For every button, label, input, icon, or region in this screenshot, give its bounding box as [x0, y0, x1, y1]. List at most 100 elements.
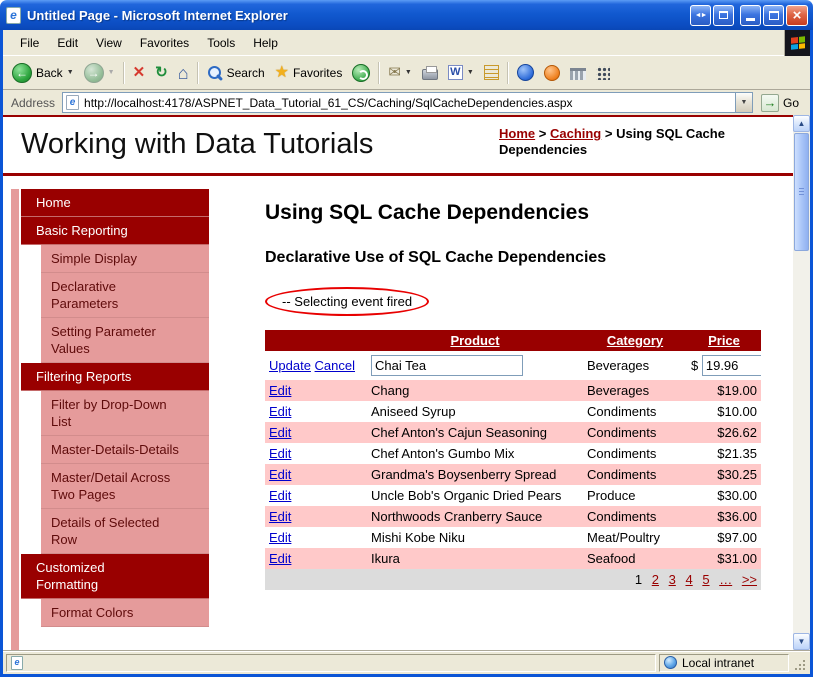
- scrollbar-thumb[interactable]: [794, 133, 809, 251]
- sort-category-link[interactable]: Category: [607, 333, 663, 348]
- product-cell: Chef Anton's Gumbo Mix: [371, 446, 515, 461]
- sort-product-link[interactable]: Product: [450, 333, 499, 348]
- edit-link[interactable]: Edit: [269, 383, 291, 398]
- favorites-star-icon: ★: [274, 63, 289, 81]
- home-icon: ⌂: [177, 62, 189, 83]
- vertical-scrollbar[interactable]: ▲ ▼: [793, 115, 810, 650]
- back-button[interactable]: ← Back ▼: [7, 60, 79, 86]
- close-button[interactable]: ×: [786, 4, 808, 26]
- refresh-button[interactable]: ↻: [150, 62, 173, 83]
- sidebar-item-home[interactable]: Home: [21, 189, 209, 217]
- msn-button[interactable]: [539, 62, 565, 84]
- sidebar-item-master-details-details[interactable]: Master-Details-Details: [41, 436, 209, 464]
- resize-grip[interactable]: [792, 654, 807, 672]
- home-button[interactable]: ⌂: [173, 61, 194, 85]
- title-bar[interactable]: e Untitled Page - Microsoft Internet Exp…: [0, 0, 813, 30]
- pager-page-link[interactable]: 3: [669, 572, 676, 587]
- product-name-input[interactable]: [371, 355, 523, 376]
- history-button[interactable]: [347, 61, 375, 85]
- menu-favorites[interactable]: Favorites: [131, 31, 198, 55]
- grid-edit-row: Update Cancel Beverages $: [265, 351, 761, 380]
- edit-link[interactable]: Edit: [269, 509, 291, 524]
- menu-tools[interactable]: Tools: [198, 31, 244, 55]
- maximize-button[interactable]: [763, 4, 784, 26]
- product-cell: Chef Anton's Cajun Seasoning: [371, 425, 547, 440]
- sidebar-item-simple-display[interactable]: Simple Display: [41, 245, 209, 273]
- scroll-down-button[interactable]: ▼: [793, 633, 810, 650]
- web-page: Working with Data Tutorials Home > Cachi…: [3, 115, 793, 650]
- scroll-up-button[interactable]: ▲: [793, 115, 810, 132]
- price-cell: $19.00: [717, 383, 757, 398]
- edit-link[interactable]: Edit: [269, 551, 291, 566]
- address-dropdown-button[interactable]: ▼: [734, 93, 752, 112]
- pager-page-link[interactable]: 4: [685, 572, 692, 587]
- toolbar-separator: [378, 61, 381, 84]
- search-button[interactable]: Search: [202, 62, 270, 84]
- print-button[interactable]: [417, 62, 443, 83]
- price-cell: $10.00: [717, 404, 757, 419]
- search-icon: [207, 65, 223, 81]
- sort-price-link[interactable]: Price: [708, 333, 740, 348]
- breadcrumb-separator: >: [538, 126, 547, 141]
- price-cell: $97.00: [717, 530, 757, 545]
- grid-row: Edit Grandma's Boysenberry Spread Condim…: [265, 464, 761, 485]
- sites-button[interactable]: [565, 62, 591, 83]
- edit-link[interactable]: Edit: [269, 425, 291, 440]
- price-input[interactable]: [701, 355, 761, 376]
- sidebar-item-filtering-reports[interactable]: Filtering Reports: [21, 363, 209, 391]
- grid-header-product: Product: [367, 330, 583, 351]
- edit-row-category: Beverages: [587, 358, 650, 373]
- edit-link[interactable]: Edit: [269, 446, 291, 461]
- menu-help[interactable]: Help: [244, 31, 287, 55]
- stop-button[interactable]: ✕: [128, 62, 151, 83]
- pager-page-link[interactable]: 5: [702, 572, 709, 587]
- edit-link[interactable]: Edit: [269, 404, 291, 419]
- address-input[interactable]: e http://localhost:4178/ASPNET_Data_Tuto…: [62, 92, 753, 113]
- menu-edit[interactable]: Edit: [48, 31, 87, 55]
- sidebar-item-customized-formatting[interactable]: Customized Formatting: [21, 554, 209, 599]
- sidebar-item-declarative-parameters[interactable]: Declarative Parameters: [41, 273, 209, 318]
- edit-link[interactable]: Edit: [269, 467, 291, 482]
- menu-view[interactable]: View: [87, 31, 131, 55]
- keypad-button[interactable]: [591, 63, 615, 83]
- discuss-button[interactable]: [479, 62, 504, 83]
- breadcrumb-home-link[interactable]: Home: [499, 126, 535, 141]
- sidebar-item-details-of-selected-row[interactable]: Details of Selected Row: [41, 509, 209, 554]
- sidebar-item-setting-parameter-values[interactable]: Setting Parameter Values: [41, 318, 209, 363]
- product-cell: Northwoods Cranberry Sauce: [371, 509, 543, 524]
- mail-icon: ✉: [388, 64, 401, 81]
- edit-link[interactable]: Edit: [269, 530, 291, 545]
- cancel-link[interactable]: Cancel: [315, 358, 355, 373]
- breadcrumb-caching-link[interactable]: Caching: [550, 126, 601, 141]
- category-cell: Condiments: [587, 509, 657, 524]
- minimize-button[interactable]: [740, 4, 761, 26]
- page-favicon: e: [66, 95, 80, 110]
- messenger-button[interactable]: [512, 61, 539, 84]
- sidebar-item-basic-reporting[interactable]: Basic Reporting: [21, 217, 209, 245]
- grid-row: Edit Northwoods Cranberry Sauce Condimen…: [265, 506, 761, 527]
- edit-with-word-button[interactable]: W ▼: [443, 62, 479, 83]
- minimize-icon: [746, 18, 755, 21]
- menu-file[interactable]: File: [11, 31, 48, 55]
- favorites-button[interactable]: ★ Favorites: [270, 62, 348, 84]
- main-content: Using SQL Cache Dependencies Declarative…: [209, 189, 793, 650]
- page-body: Home Basic Reporting Simple Display Decl…: [3, 176, 793, 650]
- search-label: Search: [226, 65, 265, 80]
- mail-button[interactable]: ✉ ▼: [383, 62, 417, 83]
- update-link[interactable]: Update: [269, 358, 311, 373]
- sidebar-item-filter-by-drop-down-list[interactable]: Filter by Drop-Down List: [41, 391, 209, 436]
- pager-ellipsis-link[interactable]: …: [719, 572, 732, 587]
- window-panel-button[interactable]: [713, 4, 734, 26]
- sidebar-item-format-colors[interactable]: Format Colors: [41, 599, 209, 627]
- go-button[interactable]: → Go: [760, 93, 799, 112]
- scrollbar-track[interactable]: [793, 252, 810, 633]
- edit-link[interactable]: Edit: [269, 488, 291, 503]
- window-nav-arrows-button[interactable]: ◄►: [690, 4, 711, 26]
- pager-page-link[interactable]: 2: [652, 572, 659, 587]
- forward-button[interactable]: → ▼: [79, 60, 120, 86]
- window-frame: File Edit View Favorites Tools Help ← Ba…: [0, 29, 813, 677]
- product-cell: Uncle Bob's Organic Dried Pears: [371, 488, 562, 503]
- sidebar-item-master-detail-across-two-pages[interactable]: Master/Detail Across Two Pages: [41, 464, 209, 509]
- pager-next-link[interactable]: >>: [742, 572, 757, 587]
- toolbar-separator: [122, 61, 125, 84]
